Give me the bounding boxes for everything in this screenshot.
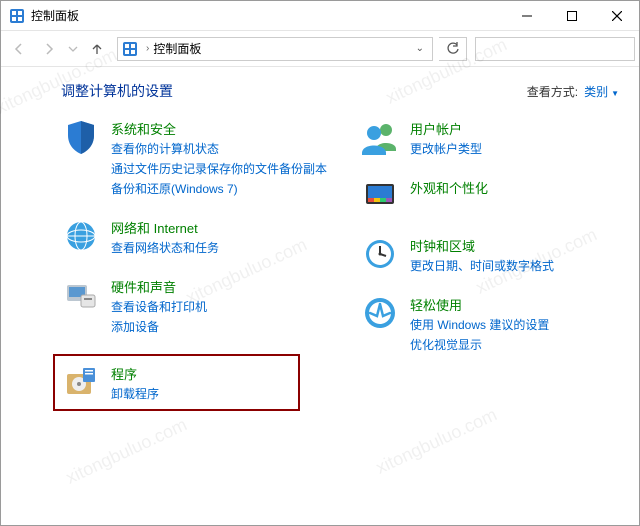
category-link[interactable]: 通过文件历史记录保存你的文件备份副本 (111, 160, 327, 178)
view-by-dropdown[interactable]: 类别▼ (584, 83, 619, 100)
category-link[interactable]: 添加设备 (111, 318, 207, 336)
refresh-button[interactable] (439, 37, 467, 61)
appearance-icon (360, 176, 400, 216)
control-panel-icon (9, 8, 25, 24)
ease-icon (360, 293, 400, 333)
view-by-label: 查看方式: (527, 83, 578, 100)
forward-button[interactable] (35, 35, 63, 63)
recent-locations-button[interactable] (65, 35, 81, 63)
content: 系统和安全 查看你的计算机状态 通过文件历史记录保存你的文件备份副本 备份和还原… (1, 107, 639, 421)
category-link[interactable]: 优化视觉显示 (410, 336, 549, 354)
category-title[interactable]: 时钟和区域 (410, 236, 554, 255)
minimize-button[interactable] (504, 1, 549, 30)
category-link[interactable]: 查看设备和打印机 (111, 298, 207, 316)
category-title[interactable]: 系统和安全 (111, 119, 327, 138)
close-button[interactable] (594, 1, 639, 30)
maximize-button[interactable] (549, 1, 594, 30)
watermark: xitongbuluo.com (63, 414, 191, 488)
highlight-box: 程序 卸载程序 (53, 354, 300, 411)
category-network: 网络和 Internet 查看网络状态和任务 (61, 216, 330, 257)
chevron-right-icon: › (146, 43, 149, 54)
right-column: 用户帐户 更改帐户类型 外观和个性化 时钟和区域 更改日期、时间或数字格 (360, 117, 629, 411)
left-column: 系统和安全 查看你的计算机状态 通过文件历史记录保存你的文件备份副本 备份和还原… (61, 117, 330, 411)
shield-icon (61, 117, 101, 157)
category-link[interactable]: 使用 Windows 建议的设置 (410, 316, 549, 334)
category-title[interactable]: 用户帐户 (410, 119, 482, 138)
category-system-security: 系统和安全 查看你的计算机状态 通过文件历史记录保存你的文件备份副本 备份和还原… (61, 117, 330, 198)
hardware-icon (61, 275, 101, 315)
user-icon (360, 117, 400, 157)
page-heading: 调整计算机的设置 (61, 81, 527, 101)
navbar: › 控制面板 ⌄ (1, 31, 639, 67)
category-user-accounts: 用户帐户 更改帐户类型 (360, 117, 629, 158)
chevron-down-icon[interactable]: ⌄ (412, 43, 428, 54)
window-title: 控制面板 (31, 7, 504, 24)
category-link[interactable]: 备份和还原(Windows 7) (111, 180, 327, 198)
category-title[interactable]: 轻松使用 (410, 295, 549, 314)
category-title[interactable]: 外观和个性化 (410, 178, 488, 197)
category-ease-of-access: 轻松使用 使用 Windows 建议的设置 优化视觉显示 (360, 293, 629, 354)
category-title[interactable]: 网络和 Internet (111, 218, 219, 237)
category-link[interactable]: 卸载程序 (111, 385, 159, 403)
address-bar[interactable]: › 控制面板 ⌄ (117, 37, 433, 61)
subheader: 调整计算机的设置 查看方式: 类别▼ (1, 67, 639, 107)
category-link[interactable]: 查看网络状态和任务 (111, 239, 219, 257)
category-programs: 程序 卸载程序 (61, 362, 292, 403)
category-link[interactable]: 更改日期、时间或数字格式 (410, 257, 554, 275)
category-hardware-sound: 硬件和声音 查看设备和打印机 添加设备 (61, 275, 330, 336)
breadcrumb[interactable]: 控制面板 (153, 40, 201, 57)
category-clock-region: 时钟和区域 更改日期、时间或数字格式 (360, 234, 629, 275)
category-title[interactable]: 硬件和声音 (111, 277, 207, 296)
category-appearance: 外观和个性化 (360, 176, 629, 216)
programs-icon (61, 362, 101, 402)
window: xitongbuluo.com xitongbuluo.com xitongbu… (0, 0, 640, 526)
chevron-down-icon: ▼ (611, 89, 619, 98)
titlebar: 控制面板 (1, 1, 639, 31)
category-link[interactable]: 查看你的计算机状态 (111, 140, 327, 158)
control-panel-icon (122, 41, 138, 57)
category-title[interactable]: 程序 (111, 364, 159, 383)
search-input[interactable] (475, 37, 635, 61)
clock-icon (360, 234, 400, 274)
up-button[interactable] (83, 35, 111, 63)
network-icon (61, 216, 101, 256)
back-button[interactable] (5, 35, 33, 63)
category-link[interactable]: 更改帐户类型 (410, 140, 482, 158)
